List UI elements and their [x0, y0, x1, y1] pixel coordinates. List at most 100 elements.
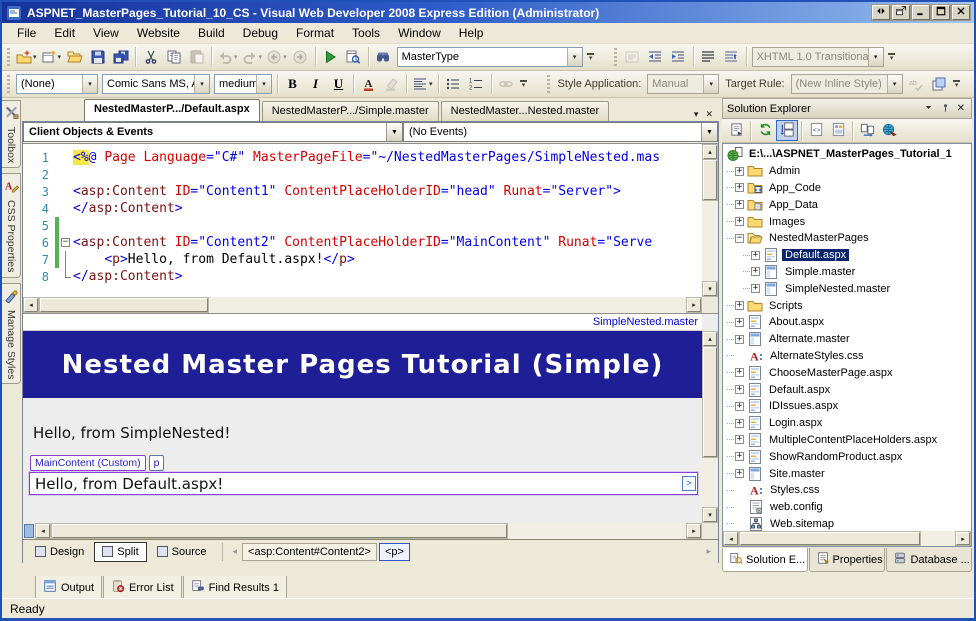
content-text[interactable]: Hello, from Default.aspx!	[30, 475, 682, 493]
font-size-combo[interactable]: medium ▾	[214, 74, 272, 94]
target-rule-combo[interactable]: (New Inline Style) ▾	[790, 74, 903, 94]
fold-margin[interactable]	[59, 268, 73, 285]
scroll-left-icon[interactable]: ◂	[36, 524, 50, 538]
hyperlink-button[interactable]	[495, 73, 518, 95]
menu-item-file[interactable]: File	[8, 23, 45, 43]
expand-icon[interactable]: +	[735, 385, 744, 395]
layers-button[interactable]	[928, 73, 951, 95]
code-line[interactable]: 8 </asp:Content>	[23, 268, 702, 285]
solution-tree[interactable]: E:\...\ASPNET_MasterPages_Tutorial_1 + Adm…	[723, 144, 971, 531]
chevron-down-icon[interactable]: ▾	[886, 75, 902, 93]
navigate-forward-button[interactable]	[289, 46, 312, 68]
code-line[interactable]: 6 − <asp:Content ID="Content2" ContentPlac…	[23, 234, 702, 251]
aspnet-configuration-button[interactable]	[878, 120, 900, 141]
bottom-tab-find-results-1[interactable]: Find Results 1	[182, 576, 287, 600]
bottom-tab-error-list[interactable]: Error List	[103, 576, 182, 600]
expand-icon[interactable]: +	[751, 250, 760, 260]
source-view[interactable]: 1 <%@ Page Language="C#" MasterPageFile="…	[23, 144, 718, 313]
menu-item-edit[interactable]: Edit	[45, 23, 84, 43]
tree-item[interactable]: − NestedMasterPages	[723, 230, 971, 247]
pin-button[interactable]	[938, 102, 953, 116]
tree-item[interactable]: + Default.aspx	[723, 381, 971, 398]
tag-navigator-chip[interactable]: <p>	[378, 542, 410, 561]
menu-item-window[interactable]: Window	[389, 23, 450, 43]
design-horizontal-scrollbar[interactable]: ◂ ▸	[23, 523, 702, 539]
dropdown-arrow-icon[interactable]: ▾	[259, 53, 263, 61]
expand-icon[interactable]: +	[751, 267, 760, 277]
scroll-thumb[interactable]	[703, 347, 717, 457]
smart-tag-button[interactable]: >	[682, 476, 696, 491]
tool-tab-solutione[interactable]: Solution E...	[722, 548, 808, 572]
close-document-button[interactable]: ✕	[703, 108, 715, 121]
fold-margin[interactable]: −	[59, 234, 73, 251]
tree-root-item[interactable]: E:\...\ASPNET_MasterPages_Tutorial_1	[723, 146, 971, 163]
tree-item[interactable]: + Login.aspx	[723, 415, 971, 432]
expand-icon[interactable]: +	[735, 469, 744, 479]
new-website-button[interactable]: ▾	[14, 46, 39, 68]
expand-icon[interactable]: +	[735, 301, 744, 311]
bold-button[interactable]: B	[281, 73, 304, 95]
expand-icon[interactable]: +	[735, 183, 744, 193]
scroll-up-icon[interactable]: ▴	[703, 332, 717, 346]
toolbar-overflow-button[interactable]: ▾	[585, 46, 597, 68]
scroll-right-icon[interactable]: ▸	[956, 532, 970, 545]
content-placeholder-region[interactable]: Hello, from Default.aspx! >	[29, 472, 698, 495]
code-line[interactable]: 3 <asp:Content ID="Content1" ContentPlace…	[23, 183, 702, 200]
tree-item[interactable]: + SimpleNested.master	[723, 280, 971, 297]
expand-icon[interactable]: +	[735, 200, 744, 210]
scroll-thumb[interactable]	[52, 524, 507, 538]
view-code-button[interactable]: <>	[805, 120, 827, 141]
view-designer-button[interactable]	[827, 120, 849, 141]
format-selection-button[interactable]	[720, 46, 743, 68]
tree-item[interactable]: + Images	[723, 213, 971, 230]
find-combo[interactable]: MasterType ▾	[396, 47, 583, 67]
undo-button[interactable]: ▾	[215, 46, 240, 68]
menu-item-help[interactable]: Help	[450, 23, 493, 43]
expand-icon[interactable]: +	[735, 368, 744, 378]
numbering-button[interactable]: 12	[465, 73, 488, 95]
code-line[interactable]: 7 <p>Hello, from Default.aspx!</p>	[23, 251, 702, 268]
tree-item[interactable]: A AlternateStyles.css	[723, 348, 971, 365]
tool-tab-database[interactable]: Database ...	[886, 548, 972, 572]
window-menu-button[interactable]	[921, 102, 936, 116]
tree-item[interactable]: + Scripts	[723, 297, 971, 314]
menu-item-debug[interactable]: Debug	[234, 23, 287, 43]
tree-item[interactable]: + Simple.master	[723, 264, 971, 281]
menu-item-view[interactable]: View	[84, 23, 128, 43]
tree-horizontal-scrollbar[interactable]: ◂ ▸	[723, 531, 971, 546]
font-color-button[interactable]: A	[357, 73, 380, 95]
tree-item[interactable]: + Admin	[723, 163, 971, 180]
code-line[interactable]: 4 </asp:Content>	[23, 200, 702, 217]
chevron-down-icon[interactable]: ▾	[82, 75, 97, 93]
tab-list-menu-button[interactable]: ▾	[692, 108, 701, 121]
add-new-item-button[interactable]: ▾	[39, 46, 64, 68]
dock-arrows-button[interactable]	[872, 5, 890, 20]
collapse-box-icon[interactable]: −	[61, 238, 70, 247]
cut-button[interactable]	[139, 46, 162, 68]
scroll-left-icon[interactable]: ◂	[24, 298, 38, 312]
tree-item[interactable]: + App_Data	[723, 196, 971, 213]
dropdown-arrow-icon[interactable]: ▾	[58, 53, 62, 61]
expand-icon[interactable]: +	[735, 166, 744, 176]
toolbar-overflow-button[interactable]: ▾	[518, 73, 530, 95]
tag-nav-right-icon[interactable]: ▸	[703, 546, 714, 557]
expand-icon[interactable]: +	[735, 418, 744, 428]
event-dropdown[interactable]: (No Events) ▼	[403, 122, 718, 142]
increase-indent-button[interactable]	[667, 46, 690, 68]
style-application-combo[interactable]: Manual ▾	[647, 74, 720, 94]
tree-item[interactable]: + Site.master	[723, 465, 971, 482]
autohide-tab-css-properties[interactable]: A CSS Properties	[2, 173, 21, 278]
font-name-combo[interactable]: Comic Sans MS, Ari▾	[102, 74, 210, 94]
object-dropdown[interactable]: Client Objects & Events ▼	[23, 122, 403, 142]
fold-margin[interactable]	[59, 166, 73, 183]
tree-item[interactable]: A Styles.css	[723, 482, 971, 499]
chevron-down-icon[interactable]: ▾	[867, 48, 883, 66]
collapse-icon[interactable]: −	[735, 233, 744, 243]
chevron-down-icon[interactable]: ▼	[386, 123, 402, 141]
align-left-button[interactable]: ▾	[410, 73, 435, 95]
design-body[interactable]: Hello, from SimpleNested! MainContent (C…	[23, 398, 702, 523]
chevron-down-icon[interactable]: ▾	[566, 48, 582, 66]
dropdown-arrow-icon[interactable]: ▾	[283, 53, 287, 61]
tag-navigator-chip[interactable]: <asp:Content#Content2>	[242, 542, 377, 561]
split-view-button[interactable]: Split	[94, 541, 147, 562]
